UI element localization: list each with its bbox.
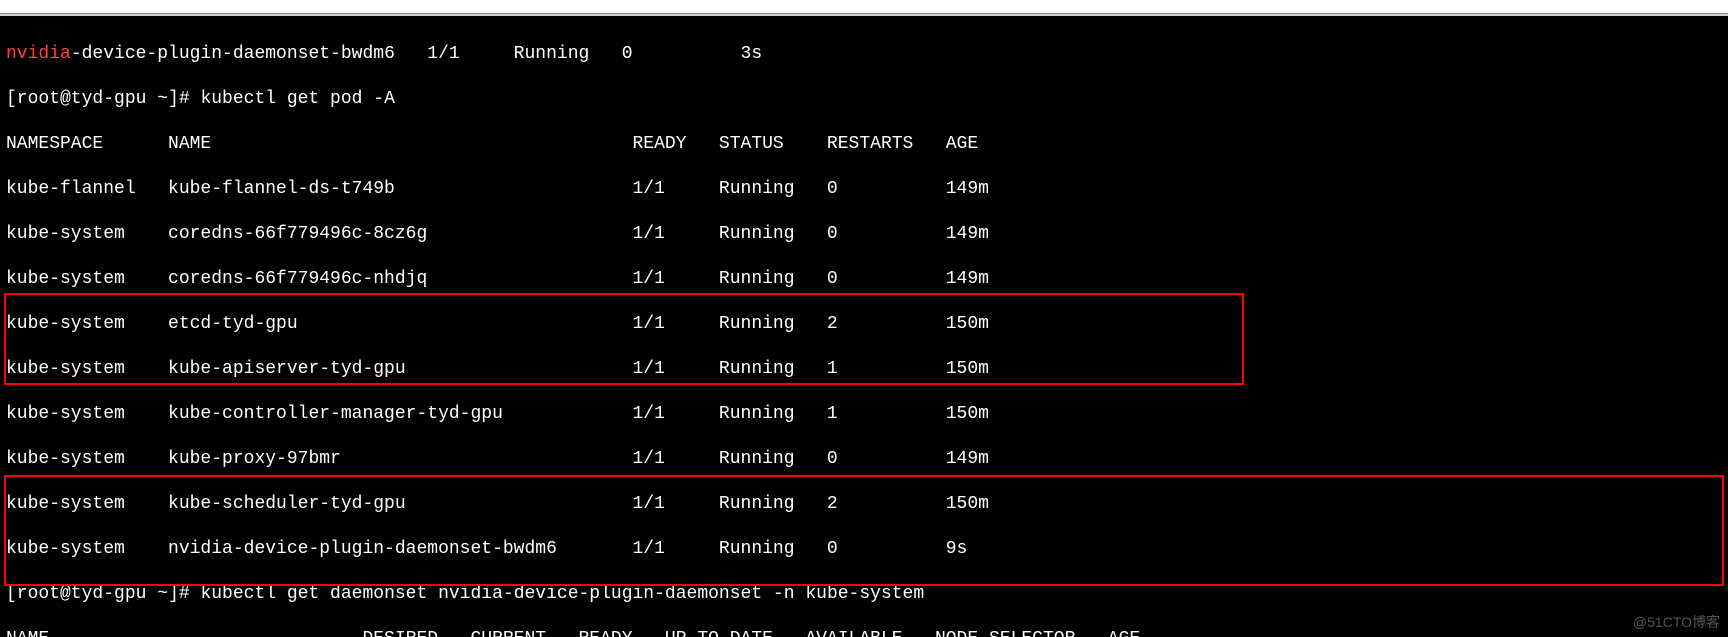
table-row: kube-system kube-apiserver-tyd-gpu 1/1 R… bbox=[6, 358, 1722, 381]
table-row: kube-system coredns-66f779496c-8cz6g 1/1… bbox=[6, 223, 1722, 246]
table-row: kube-system kube-proxy-97bmr 1/1 Running… bbox=[6, 448, 1722, 471]
table-row: kube-flannel kube-flannel-ds-t749b 1/1 R… bbox=[6, 178, 1722, 201]
table-header: NAME DESIRED CURRENT READY UP-TO-DATE AV… bbox=[6, 628, 1722, 637]
nvidia-prefix: nvidia bbox=[6, 44, 71, 64]
table-row: kube-system etcd-tyd-gpu 1/1 Running 2 1… bbox=[6, 313, 1722, 336]
command-text: kubectl get pod -A bbox=[200, 89, 394, 109]
watermark: @51CTO博客 bbox=[1633, 611, 1720, 634]
table-row: kube-system coredns-66f779496c-nhdjq 1/1… bbox=[6, 268, 1722, 291]
window-tabbar bbox=[0, 0, 1728, 14]
pod-status-line: nvidia-device-plugin-daemonset-bwdm6 1/1… bbox=[6, 43, 1722, 66]
command-text: kubectl get daemonset nvidia-device-plug… bbox=[200, 584, 924, 604]
table-row: kube-system kube-controller-manager-tyd-… bbox=[6, 403, 1722, 426]
prompt-line: [root@tyd-gpu ~]# kubectl get daemonset … bbox=[6, 583, 1722, 606]
terminal-output[interactable]: nvidia-device-plugin-daemonset-bwdm6 1/1… bbox=[0, 16, 1728, 637]
table-row: kube-system nvidia-device-plugin-daemons… bbox=[6, 538, 1722, 561]
table-header: NAMESPACE NAME READY STATUS RESTARTS AGE bbox=[6, 133, 1722, 156]
prompt-line: [root@tyd-gpu ~]# kubectl get pod -A bbox=[6, 88, 1722, 111]
table-row: kube-system kube-scheduler-tyd-gpu 1/1 R… bbox=[6, 493, 1722, 516]
